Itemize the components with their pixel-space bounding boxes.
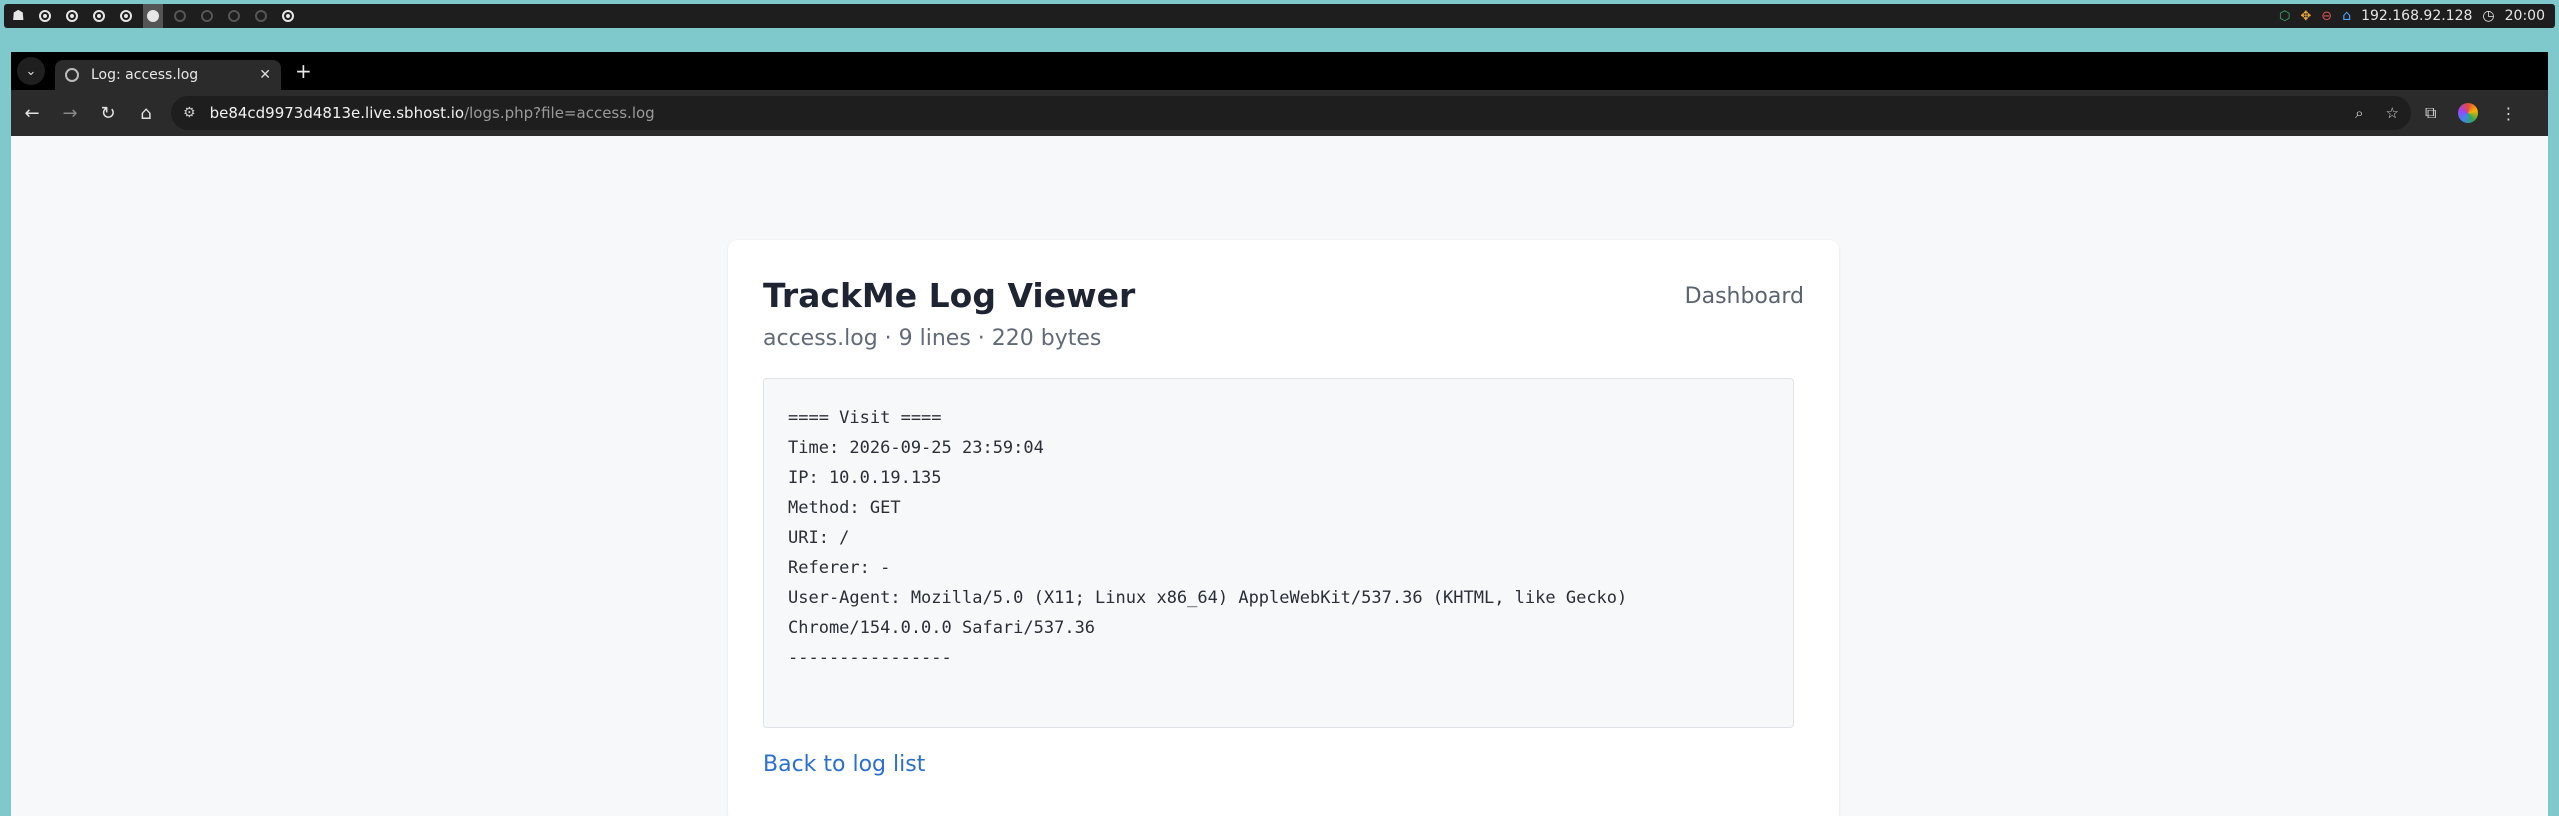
page-title: TrackMe Log Viewer <box>763 276 1136 315</box>
workspace-dot-icon <box>92 10 105 22</box>
workspace-3[interactable] <box>89 4 109 28</box>
tab-search-chevron-icon[interactable]: ⌄ <box>17 57 45 85</box>
bookmark-star-icon[interactable]: ☆ <box>2386 104 2399 122</box>
clock-icon: ◷ <box>2482 8 2495 24</box>
workspace-dot-icon <box>173 10 186 22</box>
workspace-8[interactable] <box>224 4 244 28</box>
site-info-icon[interactable]: ⚙ <box>183 105 196 121</box>
address-bar[interactable]: ⚙ be84cd9973d4813e.live.sbhost.io/logs.p… <box>171 96 2411 130</box>
workspace-2[interactable] <box>62 4 82 28</box>
workspace-6[interactable] <box>170 4 190 28</box>
log-line: Time: 2026-09-25 23:59:04 <box>788 438 1044 458</box>
system-top-bar: ☗ ⬡ ✥ ⊖ ⌂ 192.168.92.128 ◷ 20:00 <box>4 4 2555 28</box>
forward-arrow-icon[interactable]: → <box>53 96 87 130</box>
reload-icon[interactable]: ↻ <box>91 96 125 130</box>
log-line: ==== Visit ==== <box>788 408 942 428</box>
site-globe-icon <box>65 68 79 82</box>
log-line: IP: 10.0.19.135 <box>788 468 942 488</box>
log-meta: access.log · 9 lines · 220 bytes <box>763 326 1102 351</box>
app-menu-icon[interactable]: ☗ <box>12 8 25 24</box>
workspace-dot-icon <box>38 10 51 22</box>
tab-strip: ⌄ Log: access.log ✕ + <box>11 52 2548 90</box>
workspace-dot-icon <box>146 10 159 22</box>
log-line: Method: GET <box>788 498 901 518</box>
url-path: /logs.php?file=access.log <box>464 104 655 122</box>
new-tab-icon[interactable]: + <box>295 59 312 83</box>
workspace-dot-icon <box>119 10 132 22</box>
workspace-7[interactable] <box>197 4 217 28</box>
log-line: Chrome/154.0.0.0 Safari/537.36 <box>788 618 1096 638</box>
page-content: TrackMe Log Viewer Dashboard access.log … <box>11 136 2548 816</box>
url-host: be84cd9973d4813e.live.sbhost.io <box>209 104 465 122</box>
back-arrow-icon[interactable]: ← <box>15 96 49 130</box>
browser-window: ⌄ Log: access.log ✕ + ← → ↻ ⌂ ⚙ be84cd99… <box>11 52 2548 816</box>
log-viewer-card: TrackMe Log Viewer Dashboard access.log … <box>728 240 1839 816</box>
workspace-1[interactable] <box>35 4 55 28</box>
extensions-icon[interactable]: ⧉ <box>2425 103 2436 123</box>
workspace-dot-icon <box>254 10 267 22</box>
home-network-icon: ⌂ <box>2342 8 2352 24</box>
workspace-dot-icon <box>65 10 78 22</box>
zoom-icon[interactable]: ⌕ <box>2355 104 2363 122</box>
dashboard-link[interactable]: Dashboard <box>1685 284 1804 309</box>
workspace-dot-icon <box>281 10 294 22</box>
disconnect-icon[interactable]: ⊖ <box>2321 9 2332 24</box>
workspace-dot-icon <box>227 10 240 22</box>
log-line: URI: / <box>788 528 850 548</box>
clock: 20:00 <box>2504 8 2545 24</box>
workspace-5[interactable] <box>142 4 163 28</box>
log-line: ---------------- <box>788 648 952 668</box>
workspace-4[interactable] <box>116 4 136 28</box>
menu-kebab-icon[interactable]: ⋮ <box>2500 104 2516 123</box>
home-icon[interactable]: ⌂ <box>129 96 163 130</box>
profile-avatar[interactable] <box>2458 103 2479 123</box>
workspace-9[interactable] <box>251 4 271 28</box>
workspace-switcher <box>35 4 305 28</box>
close-tab-icon[interactable]: ✕ <box>259 67 271 83</box>
ip-address: 192.168.92.128 <box>2361 8 2473 24</box>
settings-icon[interactable]: ✥ <box>2300 9 2311 24</box>
system-tray: ⬡ ✥ ⊖ ⌂ 192.168.92.128 ◷ 20:00 <box>2279 8 2555 24</box>
tab-active[interactable]: Log: access.log ✕ <box>55 60 281 90</box>
log-line: User-Agent: Mozilla/5.0 (X11; Linux x86_… <box>788 588 1628 608</box>
tab-title: Log: access.log <box>91 67 199 83</box>
log-content: ==== Visit ==== Time: 2026-09-25 23:59:04… <box>763 378 1794 728</box>
log-line: Referer: - <box>788 558 891 578</box>
back-to-log-list-link[interactable]: Back to log list <box>763 752 925 777</box>
workspace-dot-icon <box>200 10 213 22</box>
workspace-10[interactable] <box>278 4 298 28</box>
browser-toolbar: ← → ↻ ⌂ ⚙ be84cd9973d4813e.live.sbhost.i… <box>11 90 2548 136</box>
network-vpn-icon[interactable]: ⬡ <box>2279 9 2290 24</box>
